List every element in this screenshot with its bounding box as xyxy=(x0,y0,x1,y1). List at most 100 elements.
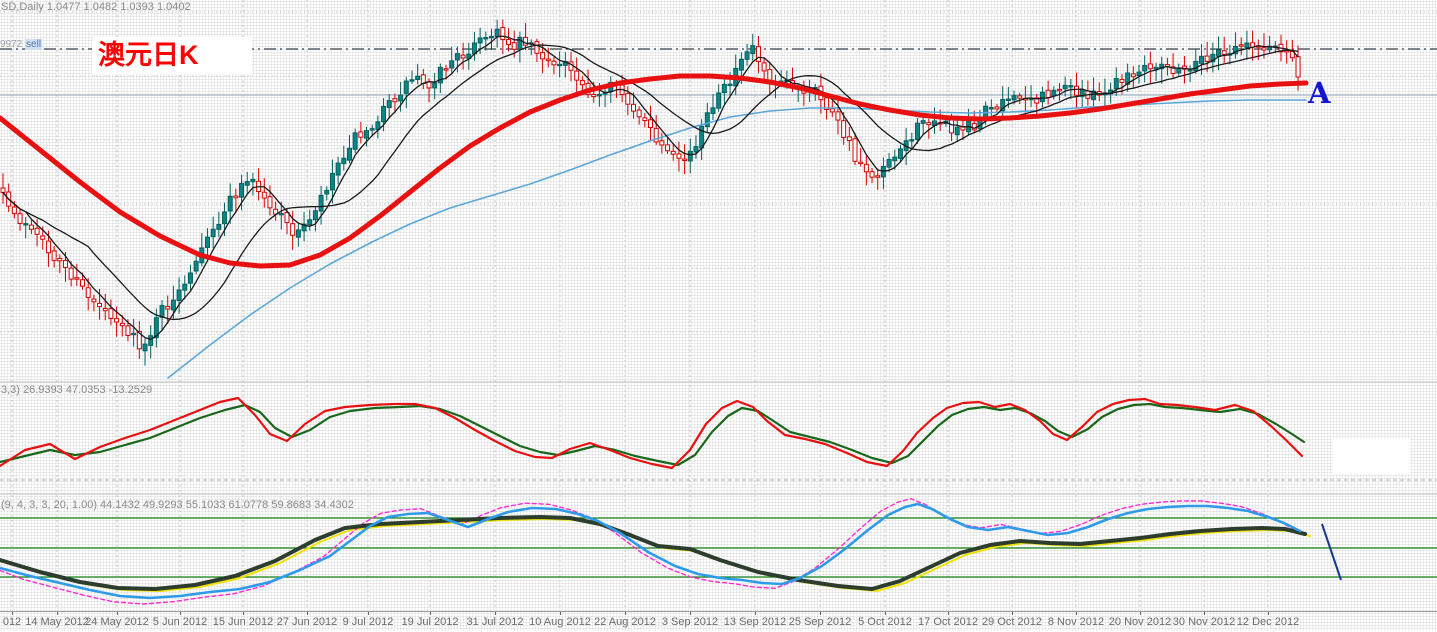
candle-body xyxy=(398,94,404,102)
candle-body xyxy=(1113,78,1119,90)
candle-body xyxy=(335,162,341,176)
order-action-badge: sell xyxy=(25,39,43,50)
candle-body xyxy=(1011,95,1017,101)
candle-body xyxy=(716,92,722,109)
candle-body xyxy=(1130,73,1136,78)
x-axis-tick xyxy=(885,612,886,615)
x-axis-label: 22 Aug 2012 xyxy=(594,616,656,628)
candle-body xyxy=(483,37,489,40)
candle-body xyxy=(835,111,841,121)
candle-body xyxy=(312,210,318,221)
candle-body xyxy=(704,112,710,128)
candle-body xyxy=(1221,50,1227,55)
x-axis-tick xyxy=(307,612,308,615)
candle-body xyxy=(517,36,523,50)
candle-body xyxy=(1176,67,1182,74)
candle-body xyxy=(540,52,546,60)
order-line-label: 9972 sell xyxy=(0,39,43,50)
candle-body xyxy=(244,181,250,186)
candle-body xyxy=(642,117,648,121)
cn-annotation-box[interactable]: 澳元日K xyxy=(92,37,252,74)
candle-body xyxy=(863,163,869,173)
symbol-period-label: SD,Daily xyxy=(1,1,44,13)
candle-body xyxy=(17,213,23,224)
candle-body xyxy=(665,144,671,152)
candle-body xyxy=(68,267,74,280)
x-axis-label: 17 Oct 2012 xyxy=(918,616,978,628)
candle-body xyxy=(239,182,245,198)
candle-body xyxy=(159,305,165,318)
candle-body xyxy=(494,28,500,38)
x-axis-tick xyxy=(180,612,181,615)
x-axis-tick xyxy=(117,612,118,615)
candle-body xyxy=(222,211,228,225)
x-axis-tick xyxy=(430,612,431,615)
candle-body xyxy=(295,229,301,238)
candle-body xyxy=(165,305,171,310)
candle-body xyxy=(125,325,131,336)
candle-body xyxy=(727,83,733,87)
x-axis-label: 12 Dec 2012 xyxy=(1236,616,1300,628)
candle-body xyxy=(1216,49,1222,57)
candle-body xyxy=(738,58,744,71)
candle-body xyxy=(994,106,1000,110)
white-annotation-box[interactable] xyxy=(1333,439,1410,474)
candle-body xyxy=(449,60,455,69)
candle-body xyxy=(57,257,63,262)
candle-body xyxy=(750,45,756,55)
candle-body xyxy=(858,161,864,165)
candle-body xyxy=(142,343,148,352)
candle-body xyxy=(170,299,176,311)
x-axis-label: 25 Sep 2012 xyxy=(788,616,852,628)
candle-body xyxy=(352,132,358,150)
candle-body xyxy=(409,79,415,82)
x-axis-label: 13 Sep 2012 xyxy=(723,616,787,628)
candle-body xyxy=(1153,66,1159,70)
x-axis-tick xyxy=(755,612,756,615)
candle-body xyxy=(500,27,506,41)
x-axis-tick xyxy=(1204,612,1205,615)
x-axis: 012 14 May 2012 24 May 2012 5 Jun 2012 15 Ju… xyxy=(0,611,1437,632)
candle-body xyxy=(676,153,682,159)
candle-body xyxy=(1147,63,1153,70)
candle-body xyxy=(40,235,46,240)
candle-body xyxy=(579,80,585,86)
candle-body xyxy=(119,322,125,327)
candle-body xyxy=(869,171,875,178)
candle-body xyxy=(670,150,676,155)
a-text-marker[interactable]: A xyxy=(1308,76,1331,110)
candle-body xyxy=(1136,71,1142,76)
candle-body xyxy=(28,224,34,230)
candle-body xyxy=(210,228,216,238)
oscillator1-label: 3,3) 26.9393 47.0353 -13.2529 xyxy=(1,384,153,396)
candle-body xyxy=(193,260,199,272)
candle-body xyxy=(62,260,68,268)
candle-body xyxy=(909,139,915,142)
x-axis-tick xyxy=(1268,612,1269,615)
candle-body xyxy=(108,308,114,319)
candle-body xyxy=(551,60,557,66)
candle-body xyxy=(148,335,154,346)
candle-body xyxy=(920,120,926,124)
candle-body xyxy=(488,35,494,39)
candle-body xyxy=(511,42,517,50)
candle-body xyxy=(341,157,347,165)
trendline[interactable] xyxy=(1321,523,1342,581)
x-axis-tick xyxy=(243,612,244,615)
candle-body xyxy=(926,122,932,126)
candle-body xyxy=(761,62,767,72)
candle-body xyxy=(85,287,91,298)
candle-body xyxy=(1017,95,1023,99)
candle-body xyxy=(392,98,398,103)
candle-body xyxy=(755,46,761,63)
candle-body xyxy=(11,206,17,215)
candle-body xyxy=(1295,56,1301,78)
candle-body xyxy=(852,138,858,162)
chart-canvas[interactable] xyxy=(0,0,1437,631)
candle-body xyxy=(988,107,994,110)
candle-body xyxy=(687,150,693,162)
x-axis-tick xyxy=(560,612,561,615)
candle-body xyxy=(1204,55,1210,62)
x-axis-label: 30 Nov 2012 xyxy=(1172,616,1236,628)
candle-body xyxy=(131,332,137,336)
